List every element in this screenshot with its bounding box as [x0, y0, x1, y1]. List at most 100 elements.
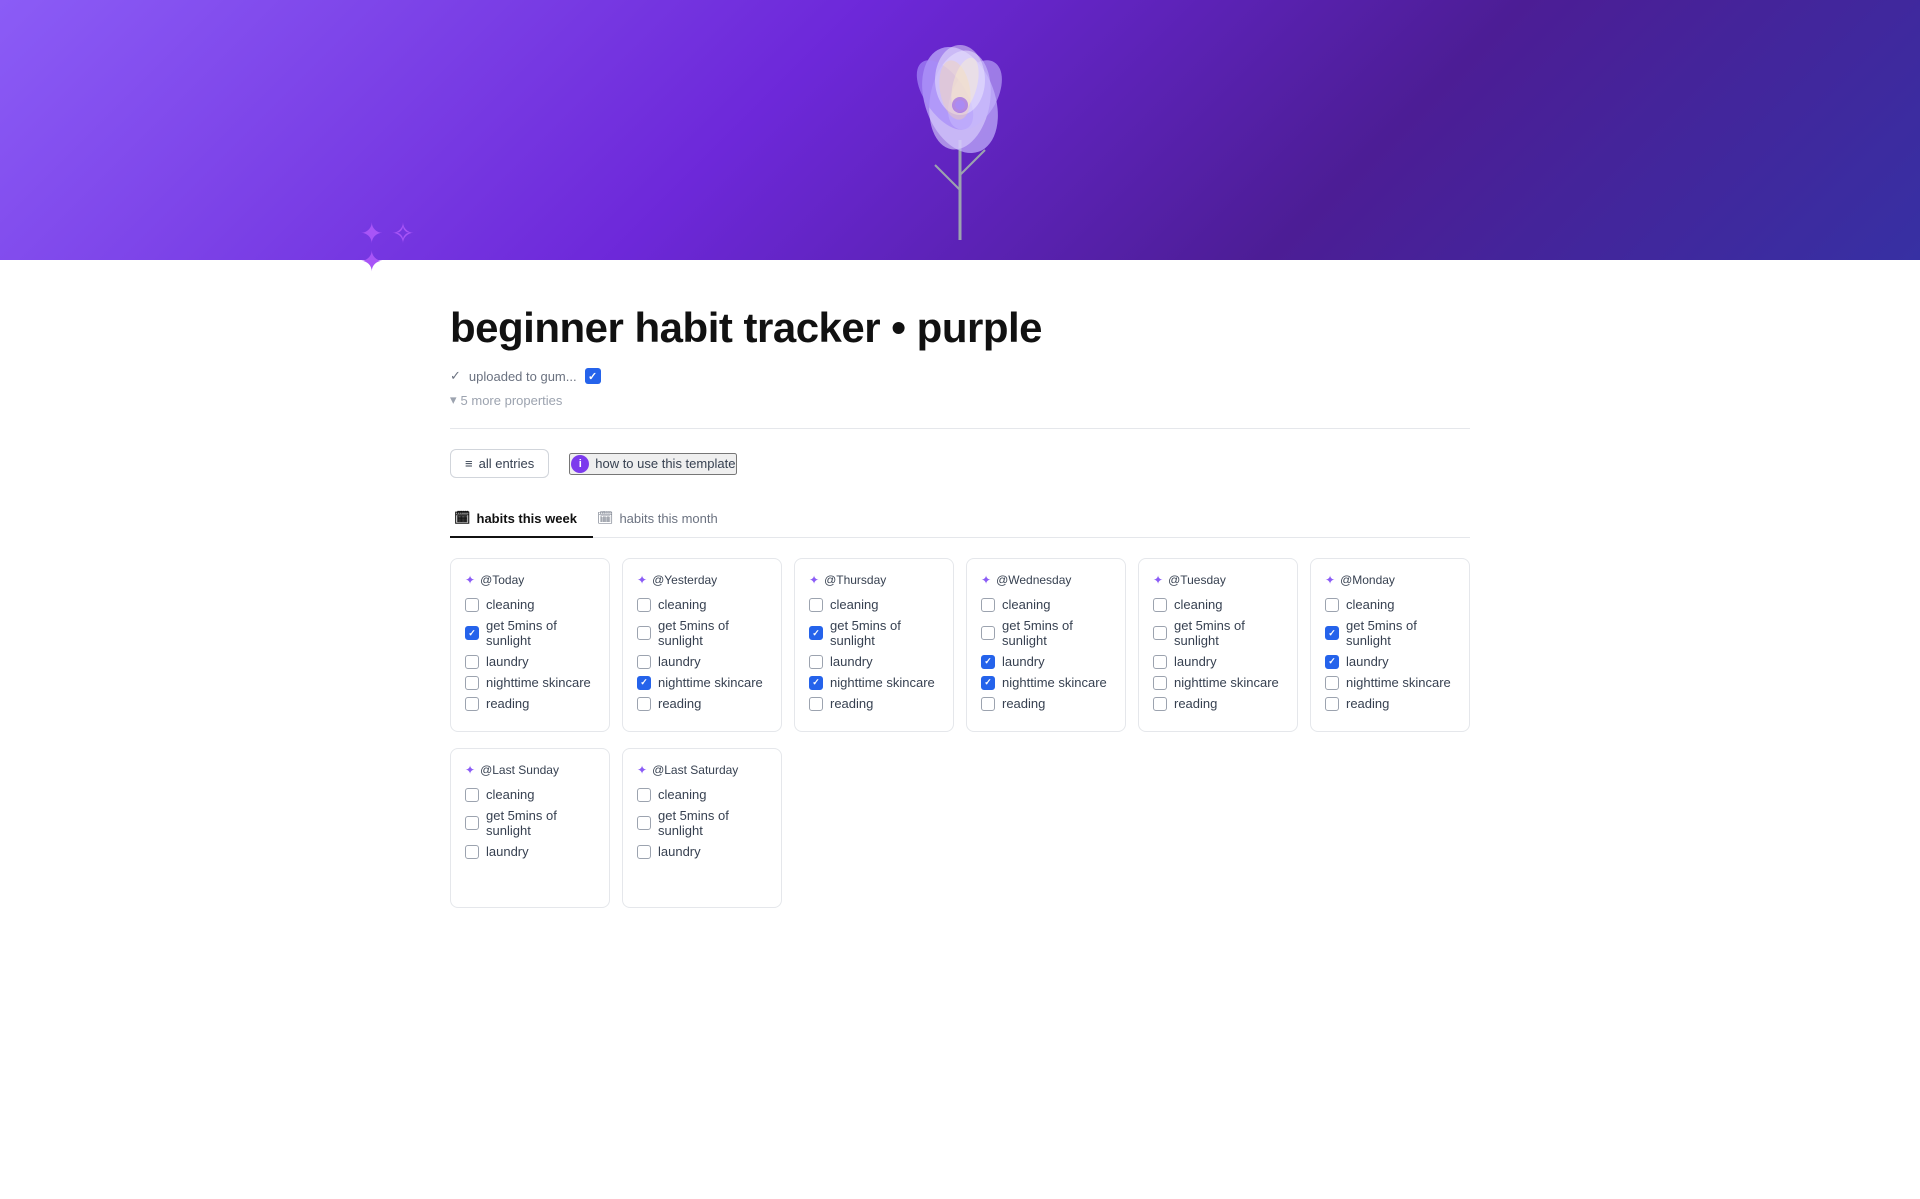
habit-label: cleaning — [1346, 597, 1394, 612]
habit-item: cleaning — [1153, 597, 1283, 612]
habit-item: reading — [1325, 696, 1455, 711]
more-properties[interactable]: ▾ 5 more properties — [450, 392, 1470, 408]
habit-label: nighttime skincare — [1346, 675, 1451, 690]
habit-checkbox[interactable] — [637, 816, 651, 830]
habit-item: laundry — [1325, 654, 1455, 669]
habit-checkbox[interactable] — [981, 697, 995, 711]
habit-checkbox[interactable] — [1325, 626, 1339, 640]
habit-checkbox[interactable] — [809, 676, 823, 690]
habit-label: laundry — [1174, 654, 1217, 669]
flower-illustration — [860, 20, 1060, 240]
habit-checkbox[interactable] — [637, 655, 651, 669]
habit-item: nighttime skincare — [981, 675, 1111, 690]
habit-checkbox[interactable] — [981, 626, 995, 640]
habit-checkbox[interactable] — [465, 788, 479, 802]
habit-checkbox[interactable] — [1153, 626, 1167, 640]
header-banner — [0, 0, 1920, 260]
habit-item: get 5mins of sunlight — [981, 618, 1111, 648]
habit-checkbox[interactable] — [1325, 655, 1339, 669]
card-title: ✦@Wednesday — [981, 573, 1111, 587]
habit-checkbox[interactable] — [465, 655, 479, 669]
habit-checkbox[interactable] — [465, 676, 479, 690]
habit-item: nighttime skincare — [1153, 675, 1283, 690]
sparkle-icon: ✦ — [465, 573, 475, 587]
day-card: ✦@Last Sundaycleaningget 5mins of sunlig… — [450, 748, 610, 908]
habit-label: nighttime skincare — [1002, 675, 1107, 690]
day-card: ✦@Wednesday cleaning get 5mins of sunlight… — [966, 558, 1126, 732]
day-card: ✦@Last Saturdaycleaningget 5mins of sunl… — [622, 748, 782, 908]
verified-icon: ✓ — [450, 368, 461, 384]
habit-item: reading — [1153, 696, 1283, 711]
chevron-down-icon: ▾ — [450, 392, 457, 408]
list-icon: ≡ — [465, 456, 473, 471]
habit-checkbox[interactable] — [465, 816, 479, 830]
habit-item: reading — [809, 696, 939, 711]
habit-item: reading — [637, 696, 767, 711]
habit-item: get 5mins of sunlight — [465, 618, 595, 648]
card-title: ✦@Yesterday — [637, 573, 767, 587]
habit-item: nighttime skincare — [809, 675, 939, 690]
habit-checkbox[interactable] — [1325, 697, 1339, 711]
habit-checkbox[interactable] — [1325, 598, 1339, 612]
habit-item: get 5mins of sunlight — [637, 618, 767, 648]
habit-label: cleaning — [1002, 597, 1050, 612]
habit-item: cleaning — [981, 597, 1111, 612]
habit-checkbox[interactable] — [981, 598, 995, 612]
habit-item: cleaning — [637, 787, 767, 802]
how-to-button[interactable]: i how to use this template — [569, 453, 737, 475]
tab-habits-month[interactable]: 🗓 habits this month — [593, 502, 734, 538]
habit-item: nighttime skincare — [1325, 675, 1455, 690]
sparkle-icon: ✦ — [637, 573, 647, 587]
tab-habits-week[interactable]: 🗓 habits this week — [450, 502, 593, 538]
habit-checkbox[interactable] — [465, 598, 479, 612]
habit-checkbox[interactable] — [465, 697, 479, 711]
habit-item: cleaning — [465, 597, 595, 612]
calendar-icon-week: 🗓 — [454, 510, 471, 526]
habit-checkbox[interactable] — [981, 655, 995, 669]
habit-item: get 5mins of sunlight — [1325, 618, 1455, 648]
habit-label: cleaning — [658, 787, 706, 802]
habit-checkbox[interactable] — [465, 845, 479, 859]
day-card: ✦@Thursdaycleaningget 5mins of sunlightl… — [794, 558, 954, 732]
habit-label: reading — [1346, 696, 1389, 711]
habit-checkbox[interactable] — [1153, 655, 1167, 669]
sparkle-icon: ✦ — [1153, 573, 1163, 587]
habit-label: laundry — [1002, 654, 1045, 669]
habit-checkbox[interactable] — [465, 626, 479, 640]
habits-week-grid: ✦@Todaycleaningget 5mins of sunlightlaun… — [450, 558, 1470, 732]
habit-label: get 5mins of sunlight — [1346, 618, 1455, 648]
habit-checkbox[interactable] — [809, 598, 823, 612]
tabs: 🗓 habits this week 🗓 habits this month — [450, 502, 1470, 538]
habit-checkbox[interactable] — [637, 845, 651, 859]
habit-checkbox[interactable] — [809, 697, 823, 711]
habit-checkbox[interactable] — [1325, 676, 1339, 690]
habit-checkbox[interactable] — [637, 697, 651, 711]
habit-checkbox[interactable] — [1153, 676, 1167, 690]
habit-label: get 5mins of sunlight — [1174, 618, 1283, 648]
habit-label: laundry — [830, 654, 873, 669]
habit-label: nighttime skincare — [658, 675, 763, 690]
card-title: ✦@Monday — [1325, 573, 1455, 587]
sparkle-icon: ✦ — [637, 763, 647, 777]
habit-checkbox[interactable] — [981, 676, 995, 690]
all-entries-button[interactable]: ≡ all entries — [450, 449, 549, 478]
action-row: ≡ all entries i how to use this template — [450, 449, 1470, 478]
habit-label: get 5mins of sunlight — [830, 618, 939, 648]
day-card: ✦@Todaycleaningget 5mins of sunlightlaun… — [450, 558, 610, 732]
habit-checkbox[interactable] — [809, 626, 823, 640]
habit-checkbox[interactable] — [1153, 598, 1167, 612]
habit-checkbox[interactable] — [637, 676, 651, 690]
habit-checkbox[interactable] — [637, 598, 651, 612]
habit-label: laundry — [658, 844, 701, 859]
card-title: ✦@Last Sunday — [465, 763, 595, 777]
habit-label: cleaning — [486, 787, 534, 802]
habit-label: get 5mins of sunlight — [1002, 618, 1111, 648]
habit-checkbox[interactable] — [809, 655, 823, 669]
habit-item: get 5mins of sunlight — [1153, 618, 1283, 648]
habit-checkbox[interactable] — [637, 788, 651, 802]
property-checkbox[interactable] — [585, 368, 601, 384]
habit-checkbox[interactable] — [637, 626, 651, 640]
habit-item: cleaning — [465, 787, 595, 802]
card-title: ✦@Tuesday — [1153, 573, 1283, 587]
habit-checkbox[interactable] — [1153, 697, 1167, 711]
